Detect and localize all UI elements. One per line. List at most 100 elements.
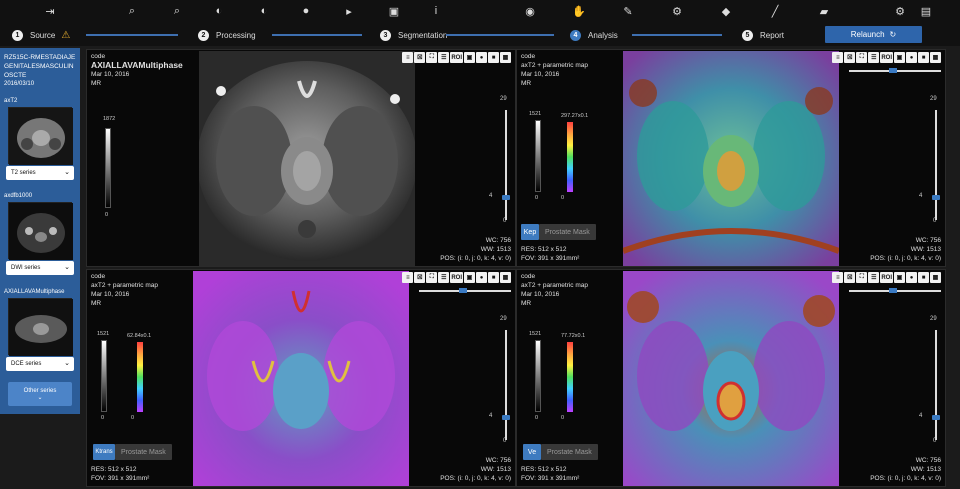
step-analysis[interactable]: 4 Analysis (570, 28, 618, 42)
viewer-panel[interactable]: code axT2 + parametric map Mar 10, 2016 … (516, 269, 946, 487)
eraser-icon[interactable]: ▰ (816, 3, 832, 19)
roi-button[interactable]: ROI (450, 52, 463, 63)
expand-icon[interactable]: ⛶ (426, 272, 438, 283)
lock-icon[interactable]: ■ (918, 52, 929, 63)
contrast-reset-icon[interactable]: ◐ (256, 3, 272, 19)
opacity-slider[interactable] (419, 288, 511, 293)
other-series-button[interactable]: Other series ⌄ (8, 382, 72, 406)
expand-icon[interactable]: ⛶ (426, 52, 438, 63)
hand-icon[interactable]: ✋ (571, 3, 587, 19)
expand-icon[interactable]: ⛶ (856, 52, 868, 63)
parametric-map-image[interactable] (193, 271, 409, 487)
edit-icon[interactable]: ✎ (620, 3, 636, 19)
opacity-slider[interactable] (849, 68, 941, 73)
list-icon[interactable]: ☰ (438, 52, 450, 63)
info-icon[interactable]: i (428, 3, 444, 19)
close-icon[interactable]: ☒ (844, 272, 856, 283)
palette-icon[interactable]: ● (298, 3, 314, 19)
tags-icon[interactable]: ◆ (718, 3, 734, 19)
layers-icon[interactable]: ≡ (832, 272, 844, 283)
list-icon[interactable]: ☰ (868, 272, 880, 283)
series-item[interactable]: AXIALLAVAMultiphase DCE series ⌄ (4, 288, 76, 372)
lock-icon[interactable]: ■ (488, 272, 499, 283)
layers-icon[interactable]: ≡ (402, 272, 414, 283)
slice-slider[interactable] (502, 330, 510, 440)
step-report[interactable]: 5 Report (742, 28, 784, 42)
save-icon[interactable]: ▣ (464, 52, 475, 63)
slice-slider[interactable] (932, 110, 940, 220)
map-type-badge[interactable]: Kep (521, 224, 539, 240)
palette-icon[interactable]: ● (906, 52, 917, 63)
viewer-panel[interactable]: code AXIALLAVAMultiphase Mar 10, 2016 MR… (86, 49, 516, 267)
lock-icon[interactable]: ■ (918, 272, 929, 283)
save-icon[interactable]: ▣ (894, 52, 905, 63)
close-icon[interactable]: ☒ (844, 52, 856, 63)
step-segmentation[interactable]: 3 Segmentation (380, 28, 447, 42)
search-reset-icon[interactable]: ⌕ (169, 3, 185, 19)
close-icon[interactable]: ☒ (414, 272, 426, 283)
parametric-map-image[interactable] (623, 271, 839, 487)
sign-in-icon[interactable]: ⇥ (42, 3, 58, 19)
gear-outline-icon[interactable]: ⚙ (669, 3, 685, 19)
series-type-select[interactable]: DWI series ⌄ (6, 261, 74, 275)
slice-knob[interactable] (932, 415, 940, 420)
prostate-mask-toggle[interactable]: Ve Prostate Mask (523, 444, 598, 460)
grid-icon[interactable]: ▦ (500, 52, 511, 63)
list-icon[interactable]: ☰ (438, 272, 450, 283)
roi-button[interactable]: ROI (880, 52, 893, 63)
series-item[interactable]: axT2 T2 series ⌄ (4, 97, 76, 181)
slice-knob[interactable] (502, 195, 510, 200)
palette-icon[interactable]: ● (476, 272, 487, 283)
parametric-map-image[interactable] (623, 51, 839, 267)
series-item[interactable]: axdfb1000 DWI series ⌄ (4, 192, 76, 276)
opacity-knob[interactable] (459, 288, 467, 293)
prostate-mask-toggle[interactable]: Ktrans Prostate Mask (93, 444, 172, 460)
layers-icon[interactable]: ≡ (402, 52, 414, 63)
series-thumbnail[interactable] (8, 202, 73, 260)
save-icon[interactable]: ▣ (894, 272, 905, 283)
grid-icon[interactable]: ▦ (930, 272, 941, 283)
cogs-icon[interactable]: ⚙ (892, 3, 908, 19)
series-thumbnail[interactable] (8, 107, 73, 165)
palette-icon[interactable]: ● (906, 272, 917, 283)
palette-icon[interactable]: ● (476, 52, 487, 63)
mri-image[interactable] (199, 51, 415, 267)
window-width: WW: 1513 (480, 246, 511, 253)
series-type-select[interactable]: T2 series ⌄ (6, 166, 74, 180)
file-download-icon[interactable]: ▤ (918, 3, 934, 19)
search-icon[interactable]: ⌕ (124, 3, 140, 19)
slice-slider[interactable] (502, 110, 510, 220)
layers-icon[interactable]: ≡ (832, 52, 844, 63)
series-type-select[interactable]: DCE series ⌄ (6, 357, 74, 371)
step-processing[interactable]: 2 Processing (198, 28, 256, 42)
series-thumbnail[interactable] (8, 298, 73, 356)
grid-icon[interactable]: ▦ (930, 52, 941, 63)
contrast-icon[interactable]: ◐ (211, 3, 227, 19)
expand-icon[interactable]: ⛶ (856, 272, 868, 283)
slice-slider[interactable] (932, 330, 940, 440)
cursor-reset-icon[interactable]: ▸ (341, 3, 357, 19)
viewer-panel[interactable]: code axT2 + parametric map Mar 10, 2016 … (86, 269, 516, 487)
roi-button[interactable]: ROI (450, 272, 463, 283)
slice-knob[interactable] (502, 415, 510, 420)
unlock-icon[interactable]: ▣ (386, 3, 402, 19)
step-source[interactable]: 1 Source ⚠ (12, 28, 70, 42)
roi-button[interactable]: ROI (880, 272, 893, 283)
viewer-panel[interactable]: code axT2 + parametric map Mar 10, 2016 … (516, 49, 946, 267)
close-icon[interactable]: ☒ (414, 52, 426, 63)
opacity-knob[interactable] (889, 68, 897, 73)
brush-icon[interactable]: ╱ (767, 3, 783, 19)
save-icon[interactable]: ▣ (464, 272, 475, 283)
opacity-slider[interactable] (849, 288, 941, 293)
slice-knob[interactable] (932, 195, 940, 200)
relaunch-button[interactable]: Relaunch ↻ (825, 26, 922, 43)
parametric-max: 297.27x0.1 (561, 113, 589, 119)
grid-icon[interactable]: ▦ (500, 272, 511, 283)
toggle-icon[interactable]: ◉ (522, 3, 538, 19)
map-type-badge[interactable]: Ve (523, 444, 541, 460)
opacity-knob[interactable] (889, 288, 897, 293)
map-type-badge[interactable]: Ktrans (93, 444, 115, 460)
prostate-mask-toggle[interactable]: Kep Prostate Mask (521, 224, 596, 240)
lock-icon[interactable]: ■ (488, 52, 499, 63)
list-icon[interactable]: ☰ (868, 52, 880, 63)
